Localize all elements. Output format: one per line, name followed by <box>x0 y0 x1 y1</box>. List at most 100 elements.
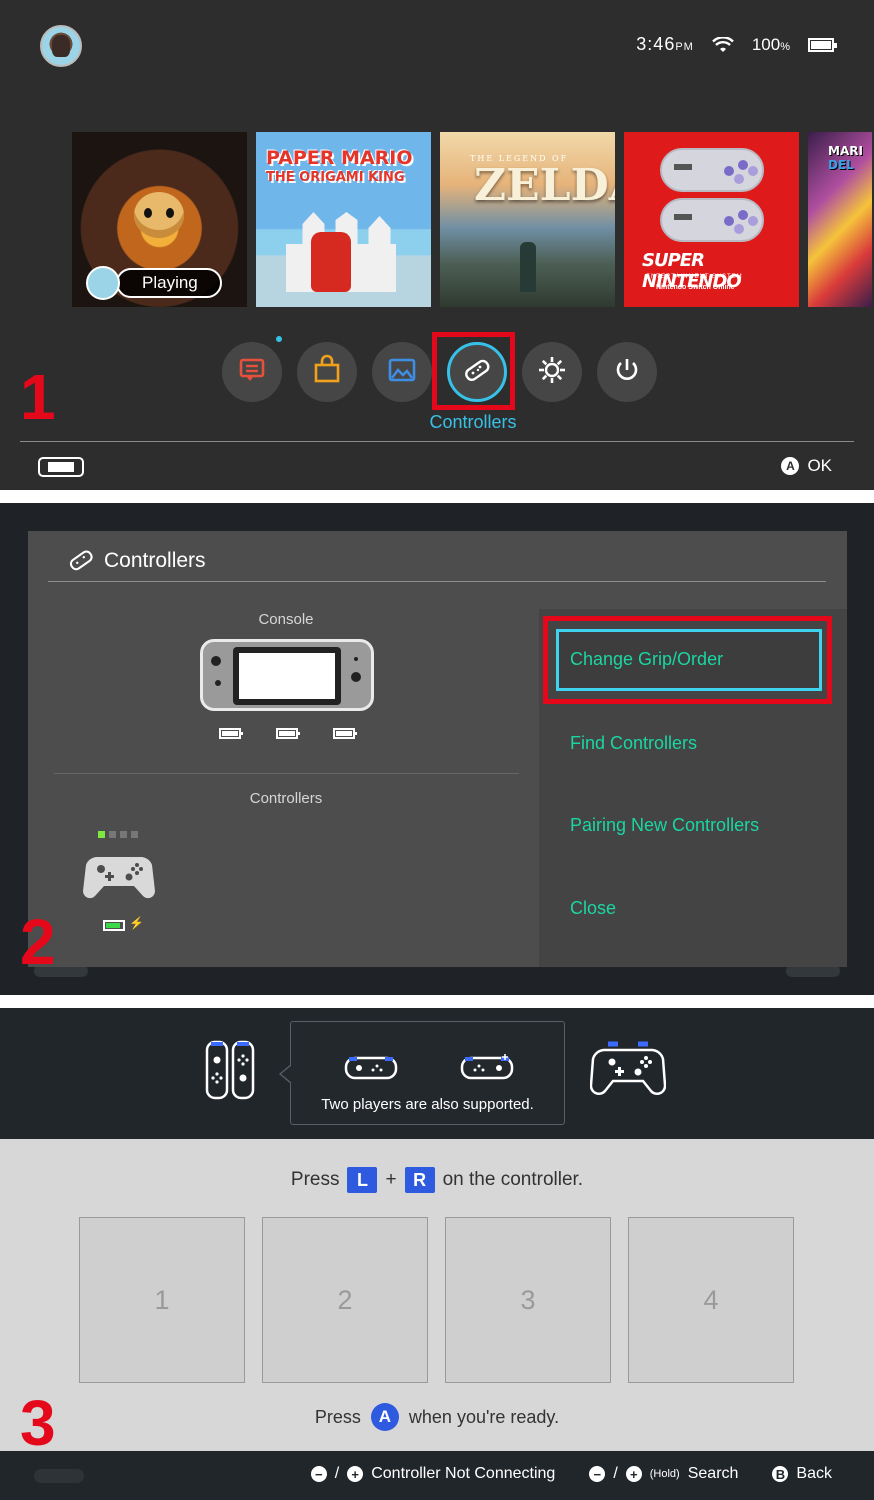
controllers-label: Controllers <box>249 790 323 807</box>
footer-ghost <box>34 1469 84 1483</box>
album-button[interactable] <box>372 342 432 402</box>
footer-ok-hint[interactable]: A OK <box>781 456 832 476</box>
clock: 3:46PM <box>636 34 694 54</box>
battery-percent: 100% <box>751 34 790 54</box>
menu-pairing-new-controllers[interactable]: Pairing New Controllers <box>570 815 759 836</box>
plus-button-icon: + <box>347 1466 364 1482</box>
minus-button-icon: − <box>589 1466 606 1482</box>
step-number: 1 <box>20 361 56 433</box>
sideways-right-joycon-icon <box>459 1050 515 1084</box>
power-icon <box>611 354 643 391</box>
pro-controller-icon <box>589 1038 667 1100</box>
user-avatar[interactable] <box>40 25 82 67</box>
divider <box>54 773 519 774</box>
player-leds <box>98 831 138 838</box>
pro-controller-icon <box>82 847 156 901</box>
plus-button-icon: + <box>625 1466 642 1482</box>
dual-joycon-icon <box>205 1040 255 1100</box>
player-slot-3: 3 <box>445 1217 611 1383</box>
new-indicator <box>276 336 282 342</box>
charging-battery-icon <box>103 920 125 931</box>
footer-bar: − / + Controller Not Connecting − / + (H… <box>0 1451 874 1500</box>
back-hint[interactable]: Back <box>796 1465 832 1483</box>
search-hint[interactable]: Search <box>688 1465 739 1483</box>
a-button-icon: A <box>781 457 800 475</box>
playing-label: Playing <box>116 268 222 298</box>
divider <box>20 441 854 442</box>
player-slots-area: Press L + R on the controller. 1 2 3 4 P… <box>0 1139 874 1451</box>
battery-icon <box>333 728 357 739</box>
ok-label: OK <box>807 456 832 475</box>
charging-bolt-icon: ⚡ <box>129 916 144 930</box>
joycon-icon <box>66 545 96 575</box>
player-slot-2: 2 <box>262 1217 428 1383</box>
divider <box>48 581 826 582</box>
menu-find-controllers[interactable]: Find Controllers <box>570 733 697 754</box>
footer-hints: − / + Controller Not Connecting − / + (H… <box>310 1465 832 1483</box>
highlight-box <box>543 616 832 704</box>
playing-badge: Playing <box>86 266 222 300</box>
controllers-dialog: Controllers Console Controllers ⚡ Change… <box>28 531 847 967</box>
game-logo-sub: Nintendo Switch Online <box>656 284 735 291</box>
sideways-left-joycon-icon <box>343 1050 399 1084</box>
shopping-bag-icon <box>311 354 343 391</box>
grip-order-panel: Two players are also supported. Press L … <box>0 1008 874 1500</box>
switch-console-icon <box>38 457 84 477</box>
menu-close[interactable]: Close <box>570 898 616 919</box>
highlight-box <box>432 332 515 410</box>
player-avatar <box>86 266 120 300</box>
b-button-icon: B <box>772 1466 789 1482</box>
home-menu-panel: 3:46PM 100% Playing PAPER MARIO THE ORIGA… <box>0 0 874 490</box>
press-a-instruction: Press A when you're ready. <box>0 1403 874 1431</box>
game-tile-paper-mario[interactable]: PAPER MARIO THE ORIGAMI KING <box>256 132 431 307</box>
console-label: Console <box>258 611 314 628</box>
dock-selected-label: Controllers <box>429 412 517 432</box>
dialog-title: Controllers <box>104 549 206 572</box>
switch-console-icon <box>200 639 374 711</box>
news-button[interactable] <box>222 336 282 402</box>
game-art-character <box>520 242 536 292</box>
player-slot-1: 1 <box>79 1217 245 1383</box>
game-art-character <box>311 232 351 292</box>
game-logo: PAPER MARIO THE ORIGAMI KING <box>266 147 413 185</box>
game-logo: ZELDA <box>474 160 615 211</box>
wifi-icon <box>711 35 734 53</box>
console-screen <box>233 647 341 705</box>
system-settings-button[interactable] <box>522 342 582 402</box>
game-logo-sub: ENTERTAINMENT SYSTEM <box>646 274 743 280</box>
snes-controller-icon <box>660 148 764 192</box>
r-button-icon: R <box>404 1167 435 1193</box>
gear-icon <box>536 354 568 391</box>
game-art <box>134 192 184 238</box>
minus-button-icon: − <box>310 1466 327 1482</box>
battery-icon <box>276 728 300 739</box>
l-button-icon: L <box>347 1167 378 1193</box>
game-tile-binding-of-isaac[interactable]: Playing <box>72 132 247 307</box>
snes-controller-icon <box>660 198 764 242</box>
controllers-dialog-panel: Controllers Console Controllers ⚡ Change… <box>0 503 874 995</box>
power-button[interactable] <box>597 342 657 402</box>
status-bar: 3:46PM 100% <box>636 34 837 55</box>
hold-label: (Hold) <box>649 1468 680 1480</box>
news-icon <box>236 354 268 391</box>
eshop-button[interactable] <box>297 342 357 402</box>
game-logo: MARI DEL <box>828 144 863 172</box>
battery-icon <box>219 728 243 739</box>
a-button-icon[interactable]: A <box>370 1403 399 1431</box>
album-icon <box>386 354 418 391</box>
game-tile-snes-online[interactable]: SUPER NINTENDO ENTERTAINMENT SYSTEM Nint… <box>624 132 799 307</box>
game-tiles: Playing PAPER MARIO THE ORIGAMI KING THE … <box>72 132 872 307</box>
game-tile-zelda[interactable]: THE LEGEND OF ZELDA <box>440 132 615 307</box>
step-number: 2 <box>20 906 56 978</box>
grip-options-bar: Two players are also supported. <box>0 1008 874 1139</box>
battery-icon <box>808 37 837 52</box>
two-player-bubble: Two players are also supported. <box>279 1021 565 1125</box>
right-joycon-icon <box>351 672 361 682</box>
press-lr-instruction: Press L + R on the controller. <box>0 1167 874 1193</box>
controller-not-connecting-hint[interactable]: Controller Not Connecting <box>371 1465 555 1483</box>
game-tile-mario-kart[interactable]: MARI DEL <box>808 132 872 307</box>
two-player-text: Two players are also supported. <box>321 1096 534 1113</box>
player-slot-4: 4 <box>628 1217 794 1383</box>
left-joycon-icon <box>211 656 221 666</box>
step-number: 3 <box>20 1387 56 1459</box>
